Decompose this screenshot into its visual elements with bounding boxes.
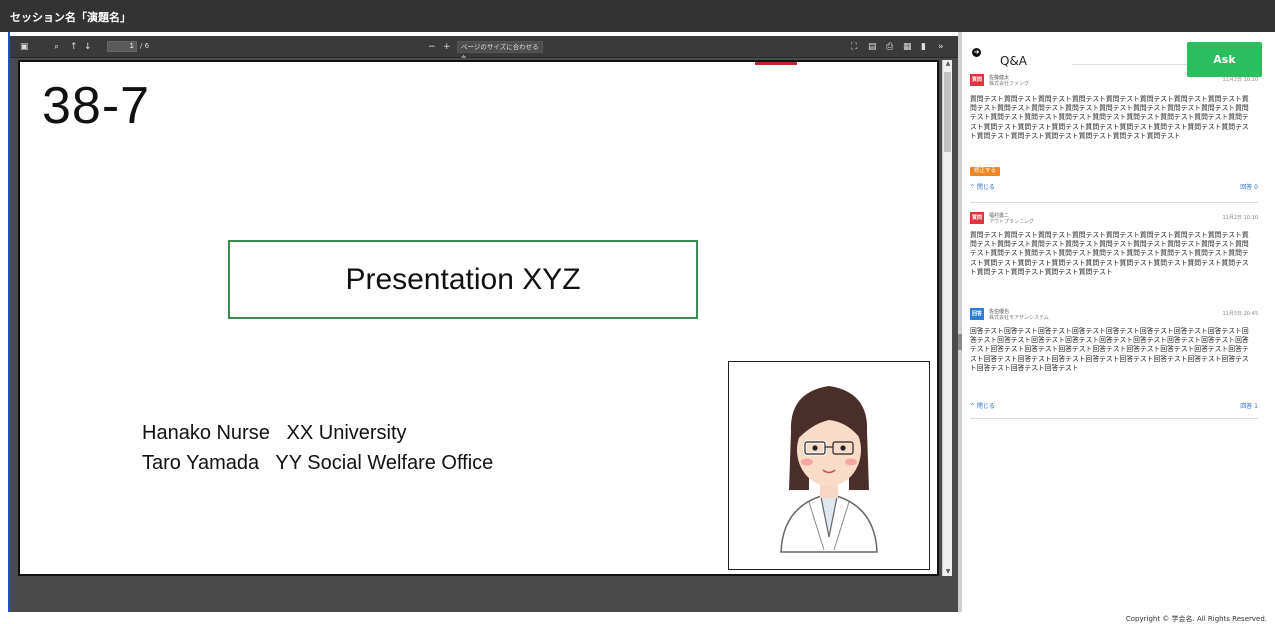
answer-badge: 回答 bbox=[970, 308, 984, 320]
qa-header: ➜ Q&A Ask bbox=[962, 32, 1275, 77]
author-line: Hanako Nurse XX University bbox=[142, 422, 407, 444]
presentation-icon[interactable]: ⛶ bbox=[851, 40, 857, 54]
question-item: 質問 佐藤健太 株式会社ファング 11月2日 10:10 質問テスト質問テスト質… bbox=[970, 74, 1258, 194]
question-text: 質問テスト質問テスト質問テスト質問テスト質問テスト質問テスト質問テスト質問テスト… bbox=[970, 95, 1249, 140]
page-footer: Copyright © 学会名. All Rights Reserved. bbox=[0, 612, 1275, 623]
item-divider bbox=[970, 202, 1258, 203]
slide-authors: Hanako Nurse XX University Taro Yamada YY… bbox=[142, 418, 493, 478]
qa-header-divider bbox=[1072, 64, 1187, 65]
edit-button[interactable]: 修正する bbox=[970, 167, 1000, 176]
arrow-down-icon[interactable]: ↓ bbox=[84, 40, 92, 54]
question-badge: 質問 bbox=[970, 212, 984, 224]
qa-title: Q&A bbox=[1000, 54, 1028, 68]
slide-area: 38-7 Presentation XYZ Hanako Nurse XX Un… bbox=[10, 58, 958, 612]
download-icon[interactable]: ▦ bbox=[903, 40, 912, 54]
post-date: 11月5日 20:45 bbox=[1222, 311, 1258, 317]
sidebar-toggle-icon[interactable]: ▣ bbox=[20, 40, 29, 54]
question-badge: 質問 bbox=[970, 74, 984, 86]
author-org: アウトプランニング bbox=[989, 219, 1035, 225]
pdf-toolbar: ▣ ⌕ ↑ ↓ 1 / 6 − + ページのサイズに合わせる ≑ ⛶ ▤ ⎙ ▦… bbox=[10, 36, 958, 61]
answer-text: 回答テスト回答テスト回答テスト回答テスト回答テスト回答テスト回答テスト回答テスト… bbox=[970, 327, 1249, 372]
ask-button[interactable]: Ask bbox=[1187, 42, 1262, 77]
page-header: セッション名「演題名」 bbox=[0, 0, 1275, 32]
scroll-up-icon[interactable]: ▲ bbox=[944, 60, 952, 68]
answer-count[interactable]: 回答 0 bbox=[1240, 182, 1258, 191]
question-text: 質問テスト質問テスト質問テスト質問テスト質問テスト質問テスト質問テスト質問テスト… bbox=[970, 231, 1249, 276]
scroll-down-icon[interactable]: ▼ bbox=[944, 568, 952, 576]
pdf-viewer: ▣ ⌕ ↑ ↓ 1 / 6 − + ページのサイズに合わせる ≑ ⛶ ▤ ⎙ ▦… bbox=[10, 36, 958, 612]
search-icon[interactable]: ⌕ bbox=[54, 40, 59, 54]
more-tools-icon[interactable]: » bbox=[938, 40, 944, 54]
presenter-illustration bbox=[780, 386, 878, 553]
post-date: 11月2日 10:10 bbox=[1222, 215, 1258, 221]
post-date: 11月2日 10:10 bbox=[1222, 77, 1258, 83]
page-total: / 6 bbox=[140, 42, 150, 50]
author-org: 株式会社モアザンシステム bbox=[989, 315, 1049, 321]
item-divider bbox=[970, 418, 1258, 419]
zoom-select[interactable]: ページのサイズに合わせる ≑ bbox=[457, 41, 543, 61]
zoom-out-button[interactable]: − bbox=[428, 40, 436, 54]
page-number-input[interactable]: 1 bbox=[107, 41, 137, 52]
close-link[interactable]: ^ 閉じる bbox=[970, 401, 995, 410]
qa-panel: ➜ Q&A Ask 質問 佐藤健太 株式会社ファング 11月2日 10:10 質… bbox=[962, 32, 1275, 612]
bookmark-icon[interactable]: ▮ bbox=[921, 40, 926, 54]
scrollbar-thumb[interactable] bbox=[944, 72, 951, 152]
print-icon[interactable]: ⎙ bbox=[886, 40, 893, 54]
author-line: Taro Yamada YY Social Welfare Office bbox=[142, 452, 494, 474]
open-file-icon[interactable]: ▤ bbox=[868, 40, 877, 54]
slide-number: 38-7 bbox=[42, 77, 151, 135]
answer-count[interactable]: 回答 1 bbox=[1240, 401, 1258, 410]
page-title: セッション名「演題名」 bbox=[10, 11, 131, 24]
slide-scrollbar[interactable]: ▲ ▼ bbox=[942, 60, 952, 576]
question-item: 質問 福村勇二 アウトプランニング 11月2日 10:10 質問テスト質問テスト… bbox=[970, 212, 1258, 307]
close-link[interactable]: ^ 閉じる bbox=[970, 182, 995, 191]
slide-page: 38-7 Presentation XYZ Hanako Nurse XX Un… bbox=[18, 60, 939, 576]
arrow-up-icon[interactable]: ↑ bbox=[70, 40, 78, 54]
author-org: 株式会社ファング bbox=[989, 81, 1030, 87]
slide-title: Presentation XYZ bbox=[228, 240, 698, 319]
zoom-in-button[interactable]: + bbox=[443, 40, 451, 54]
presenter-photo bbox=[728, 361, 930, 570]
back-circle-icon[interactable]: ➜ bbox=[972, 48, 981, 57]
answer-item: 回答 佐伯優也 株式会社モアザンシステム 11月5日 20:45 回答テスト回答… bbox=[970, 308, 1258, 416]
slide-accent-mark bbox=[755, 62, 797, 65]
